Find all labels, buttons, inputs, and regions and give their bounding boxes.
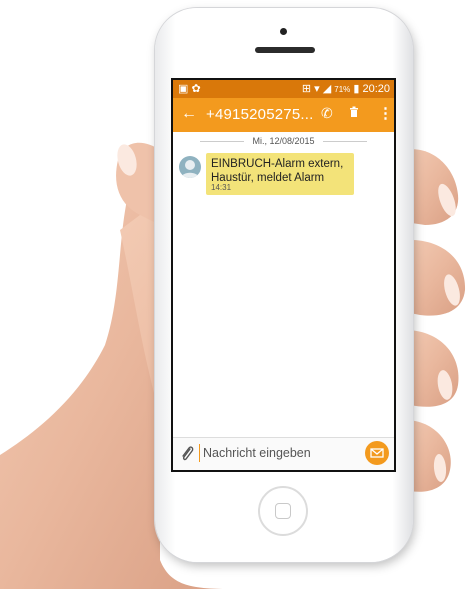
conversation-date: Mi., 12/08/2015 bbox=[252, 136, 315, 146]
front-camera bbox=[280, 28, 287, 35]
contact-avatar[interactable] bbox=[179, 156, 201, 178]
compose-bar: Nachricht eingeben bbox=[173, 437, 394, 470]
more-vertical-icon[interactable]: ⋮ bbox=[378, 104, 393, 122]
status-right: ⊞ ▾ ◢ 71% ▮ 20:20 bbox=[302, 82, 390, 95]
divider bbox=[199, 141, 244, 143]
home-button[interactable] bbox=[258, 486, 308, 536]
battery-percent: 71% bbox=[334, 85, 351, 94]
notification-icons: ▣ ✿ bbox=[178, 83, 201, 95]
photo-scene: ▣ ✿ ⊞ ▾ ◢ 71% ▮ 20:20 ← +4915205275... ✆… bbox=[0, 0, 469, 589]
smartphone: ▣ ✿ ⊞ ▾ ◢ 71% ▮ 20:20 ← +4915205275... ✆… bbox=[155, 8, 413, 562]
signal-icon: ⊞ ▾ ◢ bbox=[301, 83, 332, 95]
earpiece-speaker bbox=[255, 47, 315, 53]
date-separator: Mi., 12/08/2015 bbox=[173, 136, 394, 146]
message-bubble[interactable]: EINBRUCH-Alarm extern, Haustür, meldet A… bbox=[206, 153, 354, 195]
person-icon bbox=[181, 160, 199, 178]
send-button[interactable] bbox=[365, 441, 389, 465]
status-bar: ▣ ✿ ⊞ ▾ ◢ 71% ▮ 20:20 bbox=[173, 80, 394, 98]
app-bar: ← +4915205275... ✆ ⋮ bbox=[173, 98, 394, 132]
phone-icon[interactable]: ✆ bbox=[321, 105, 333, 122]
phone-screen: ▣ ✿ ⊞ ▾ ◢ 71% ▮ 20:20 ← +4915205275... ✆… bbox=[171, 78, 396, 472]
divider bbox=[323, 141, 368, 143]
contact-phone-number: +4915205275... bbox=[206, 106, 314, 123]
battery-icon: ▮ bbox=[353, 83, 360, 95]
message-time: 14:31 bbox=[211, 183, 232, 192]
message-input[interactable]: Nachricht eingeben bbox=[199, 444, 311, 462]
home-square-icon bbox=[275, 503, 291, 519]
clock: 20:20 bbox=[362, 83, 390, 95]
message-text: EINBRUCH-Alarm extern, Haustür, meldet A… bbox=[211, 158, 344, 184]
paperclip-icon[interactable] bbox=[180, 445, 194, 463]
trash-icon[interactable] bbox=[349, 106, 359, 117]
arrow-left-icon[interactable]: ← bbox=[181, 105, 197, 123]
envelope-icon bbox=[370, 448, 384, 458]
